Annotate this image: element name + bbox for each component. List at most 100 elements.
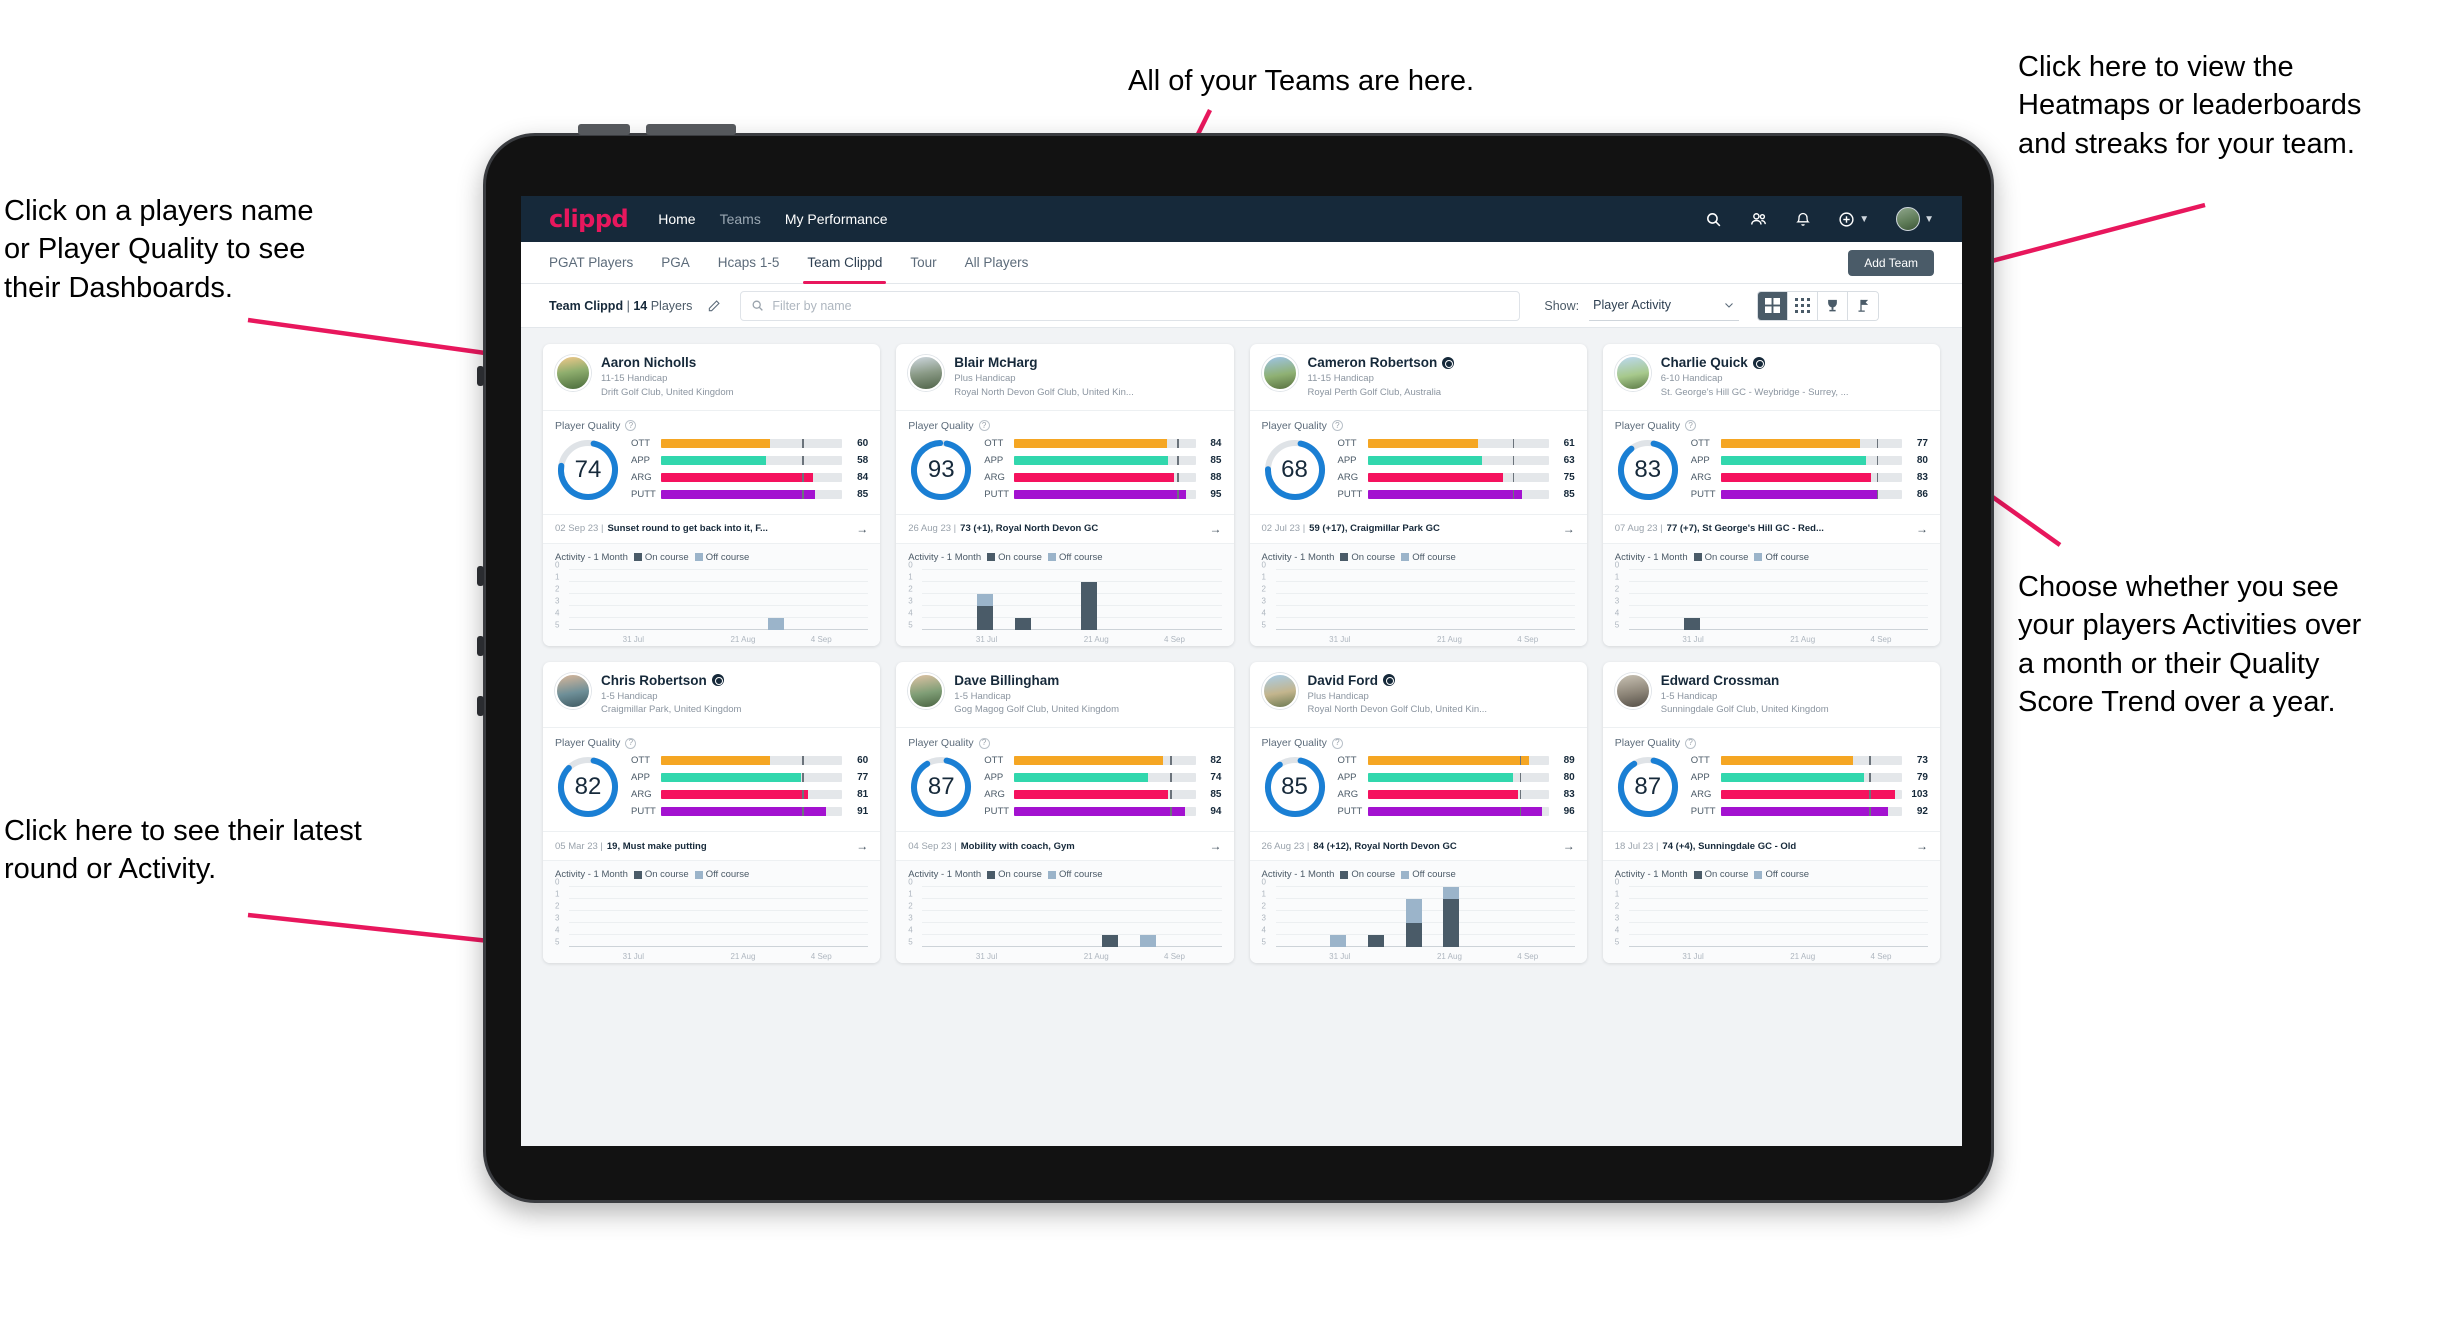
player-name[interactable]: Cameron Robertson (1308, 355, 1455, 370)
search-input[interactable]: Filter by name (740, 290, 1521, 321)
avatar[interactable] (555, 355, 591, 391)
player-card-header[interactable]: Edward Crossman 1-5 Handicap Sunningdale G… (1603, 662, 1940, 728)
help-icon[interactable]: ? (978, 737, 990, 749)
people-icon[interactable] (1749, 211, 1768, 228)
arrow-right-icon[interactable]: → (848, 522, 868, 536)
player-card-header[interactable]: Chris Robertson 1-5 Handicap Craigmillar P… (543, 662, 880, 728)
nav-link-home[interactable]: Home (658, 211, 695, 227)
avatar[interactable] (1261, 672, 1298, 709)
activity-bar (768, 617, 784, 630)
arrow-right-icon[interactable]: → (1555, 839, 1575, 853)
player-name[interactable]: Charlie Quick (1661, 355, 1849, 370)
help-icon[interactable]: ? (1685, 420, 1697, 432)
avatar[interactable] (1261, 355, 1298, 391)
view-trophy-button[interactable] (1818, 291, 1849, 320)
chevron-down-icon[interactable]: ▼ (1859, 214, 1869, 225)
tab-team-clippd[interactable]: Team Clippd (803, 242, 887, 284)
bell-icon[interactable] (1795, 211, 1811, 228)
player-card[interactable]: Blair McHarg Plus Handicap Royal North Dev… (896, 344, 1234, 646)
help-icon[interactable]: ? (1331, 420, 1343, 432)
player-quality-section[interactable]: Player Quality? 87 OTT 73 APP 79 ARG 103 PUTT 92 (1602, 727, 1940, 831)
player-name[interactable]: Dave Billingham (954, 673, 1119, 688)
avatar[interactable] (1614, 672, 1651, 709)
edit-pencil-icon[interactable] (700, 292, 728, 320)
avatar[interactable] (908, 355, 945, 391)
tab-tour[interactable]: Tour (910, 242, 936, 284)
arrow-right-icon[interactable]: → (1555, 522, 1575, 536)
player-card[interactable]: Chris Robertson 1-5 Handicap Craigmillar P… (543, 661, 881, 964)
metric-bar-track (1720, 807, 1902, 817)
latest-round-row[interactable]: 02 Sep 23 | Sunset round to get back into… (543, 513, 881, 543)
chevron-down-icon[interactable]: ▼ (1924, 214, 1934, 225)
player-quality-section[interactable]: Player Quality? 82 OTT 60 APP 77 ARG 81 PUTT 91 (543, 727, 881, 831)
player-card[interactable]: David Ford Plus Handicap Royal North Devon… (1249, 661, 1587, 964)
player-quality-section[interactable]: Player Quality? 87 OTT 82 APP 74 ARG 85 PUTT 94 (896, 727, 1234, 831)
player-card-header[interactable]: Dave Billingham 1-5 Handicap Gog Magog Gol… (896, 662, 1233, 728)
quality-score-value: 74 (574, 455, 602, 483)
player-card-header[interactable]: Aaron Nicholls 11-15 Handicap Drift Golf C… (543, 344, 880, 410)
latest-round-row[interactable]: 18 Jul 23 | 74 (+4), Sunningdale GC - Old… (1602, 831, 1940, 860)
view-grid-small-button[interactable] (1788, 291, 1819, 320)
player-name[interactable]: Chris Robertson (601, 673, 741, 688)
tab-hcaps-1-5[interactable]: Hcaps 1-5 (718, 242, 780, 284)
player-name[interactable]: Edward Crossman (1661, 673, 1829, 688)
search-icon[interactable] (1705, 211, 1722, 228)
arrow-right-icon[interactable]: → (1202, 839, 1222, 853)
player-name[interactable]: Blair McHarg (954, 355, 1134, 370)
help-icon[interactable]: ? (1331, 737, 1343, 749)
round-description: 84 (+12), Royal North Devon GC (1313, 840, 1457, 852)
player-card-header[interactable]: Cameron Robertson 11-15 Handicap Royal Per… (1250, 344, 1587, 410)
player-quality-section[interactable]: Player Quality? 85 OTT 89 APP 80 ARG 83 PUTT 96 (1249, 727, 1587, 831)
arrow-right-icon[interactable]: → (1202, 522, 1222, 536)
player-name[interactable]: David Ford (1308, 673, 1488, 688)
arrow-right-icon[interactable]: → (1908, 839, 1928, 853)
arrow-right-icon[interactable]: → (848, 839, 868, 853)
player-quality-section[interactable]: Player Quality? 93 OTT 84 APP 85 ARG 88 PUTT 95 (896, 409, 1234, 514)
help-icon[interactable]: ? (625, 737, 637, 749)
nav-link-my-performance[interactable]: My Performance (785, 211, 888, 227)
player-card-header[interactable]: Charlie Quick 6-10 Handicap St. George's H… (1603, 344, 1940, 410)
round-description: Sunset round to get back into it, F... (607, 523, 768, 535)
avatar[interactable]: ▼ (1896, 207, 1934, 231)
player-card[interactable]: Charlie Quick 6-10 Handicap St. George's H… (1602, 344, 1940, 646)
latest-round-row[interactable]: 07 Aug 23 | 77 (+7), St George's Hill GC … (1602, 513, 1940, 543)
view-flag-button[interactable] (1848, 291, 1879, 320)
latest-round-row[interactable]: 05 Mar 23 | 19, Must make putting → (543, 831, 881, 860)
latest-round-row[interactable]: 26 Aug 23 | 84 (+12), Royal North Devon G… (1249, 831, 1587, 860)
player-quality-section[interactable]: Player Quality? 68 OTT 61 APP 63 ARG 75 PUTT 85 (1249, 409, 1587, 514)
help-icon[interactable]: ? (1685, 737, 1697, 749)
help-icon[interactable]: ? (978, 420, 990, 432)
latest-round-row[interactable]: 04 Sep 23 | Mobility with coach, Gym → (896, 831, 1234, 860)
y-axis-tick-label: 2 (555, 584, 560, 594)
avatar[interactable] (555, 672, 591, 709)
player-card[interactable]: Edward Crossman 1-5 Handicap Sunningdale G… (1602, 661, 1940, 964)
tab-all-players[interactable]: All Players (965, 242, 1029, 284)
player-quality-section[interactable]: Player Quality? 74 OTT 60 APP 58 ARG 84 PUTT 85 (543, 409, 881, 514)
x-axis-tick-label: 31 Jul (1682, 952, 1704, 962)
metric-benchmark-tick (802, 438, 804, 448)
player-card[interactable]: Aaron Nicholls 11-15 Handicap Drift Golf C… (543, 344, 881, 646)
add-team-button[interactable]: Add Team (1848, 249, 1934, 276)
player-card-header[interactable]: David Ford Plus Handicap Royal North Devon… (1250, 662, 1587, 728)
latest-round-row[interactable]: 02 Jul 23 | 59 (+17), Craigmillar Park GC… (1249, 513, 1587, 543)
metric-value: 63 (1563, 454, 1575, 466)
quality-score-value: 87 (927, 773, 955, 801)
show-select[interactable]: Player Activity (1589, 291, 1740, 321)
avatar[interactable] (908, 672, 945, 709)
player-card[interactable]: Dave Billingham 1-5 Handicap Gog Magog Gol… (896, 661, 1234, 964)
player-card-header[interactable]: Blair McHarg Plus Handicap Royal North Dev… (896, 344, 1233, 410)
avatar[interactable] (1614, 355, 1651, 391)
view-grid-large-button[interactable] (1758, 291, 1789, 320)
latest-round-row[interactable]: 26 Aug 23 | 73 (+1), Royal North Devon GC… (896, 513, 1234, 543)
tab-pga[interactable]: PGA (661, 242, 690, 284)
player-name[interactable]: Aaron Nicholls (601, 355, 734, 370)
plus-circle-icon[interactable]: ▼ (1838, 211, 1869, 228)
player-quality-section[interactable]: Player Quality? 83 OTT 77 APP 80 ARG 83 PUTT 86 (1602, 409, 1940, 514)
nav-link-teams[interactable]: Teams (720, 211, 761, 227)
player-card[interactable]: Cameron Robertson 11-15 Handicap Royal Per… (1249, 344, 1587, 646)
arrow-right-icon[interactable]: → (1908, 522, 1928, 536)
player-quality-label: Player Quality (908, 419, 974, 432)
tab-pgat-players[interactable]: PGAT Players (549, 242, 633, 284)
clippd-logo[interactable]: clippd (549, 205, 629, 233)
help-icon[interactable]: ? (625, 420, 637, 432)
